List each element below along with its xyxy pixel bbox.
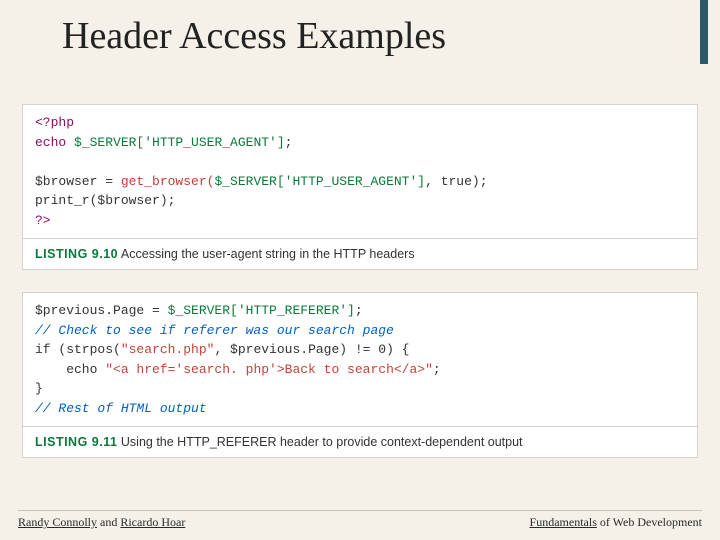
- footer-authors: Randy Connolly and Ricardo Hoar: [18, 515, 185, 530]
- code-comment: // Check to see if referer was our searc…: [35, 323, 394, 338]
- code-comment: // Rest of HTML output: [35, 401, 207, 416]
- listing-caption-1: LISTING 9.10 Accessing the user-agent st…: [22, 239, 698, 270]
- slide-footer: Randy Connolly and Ricardo Hoar Fundamen…: [18, 510, 702, 530]
- footer-text: and: [97, 515, 120, 529]
- listing-label: LISTING 9.11: [35, 435, 117, 449]
- listing-text: Using the HTTP_REFERER header to provide…: [121, 435, 523, 449]
- book-title-part: Fundamentals: [530, 515, 597, 529]
- code-text: $previous.Page =: [35, 303, 168, 318]
- code-text: $_SERVER['HTTP_USER_AGENT']: [214, 174, 425, 189]
- code-text: if (strpos(: [35, 342, 121, 357]
- code-text: echo: [35, 362, 105, 377]
- listing-text: Accessing the user-agent string in the H…: [121, 247, 415, 261]
- code-text: "search.php": [121, 342, 215, 357]
- code-text: ;: [285, 135, 293, 150]
- code-text: ?>: [35, 213, 51, 228]
- listing-label: LISTING 9.10: [35, 247, 118, 261]
- code-text: , $previous.Page) != 0) {: [214, 342, 409, 357]
- code-text: $_SERVER['HTTP_REFERER']: [168, 303, 355, 318]
- code-text: $browser =: [35, 174, 121, 189]
- content-area: <?php echo $_SERVER['HTTP_USER_AGENT']; …: [0, 58, 720, 458]
- book-title-part: of Web Development: [597, 515, 702, 529]
- code-text: echo: [35, 135, 74, 150]
- code-text: , true);: [425, 174, 487, 189]
- listing-caption-2: LISTING 9.11 Using the HTTP_REFERER head…: [22, 427, 698, 458]
- code-text: get_browser(: [121, 174, 215, 189]
- code-text: $_SERVER['HTTP_USER_AGENT']: [74, 135, 285, 150]
- code-block-2: $previous.Page = $_SERVER['HTTP_REFERER'…: [22, 292, 698, 427]
- code-text: }: [35, 381, 43, 396]
- accent-bar: [700, 0, 708, 64]
- author-name: Randy Connolly: [18, 515, 97, 529]
- author-name: Ricardo Hoar: [120, 515, 185, 529]
- code-text: "<a href='search. php'>Back to search</a…: [105, 362, 433, 377]
- slide-title: Header Access Examples: [0, 0, 720, 58]
- code-text: <?php: [35, 115, 74, 130]
- spacer: [22, 270, 698, 292]
- code-text: ;: [433, 362, 441, 377]
- code-block-1: <?php echo $_SERVER['HTTP_USER_AGENT']; …: [22, 104, 698, 239]
- footer-book: Fundamentals of Web Development: [530, 515, 702, 530]
- code-text: print_r($browser);: [35, 193, 175, 208]
- code-text: ;: [355, 303, 363, 318]
